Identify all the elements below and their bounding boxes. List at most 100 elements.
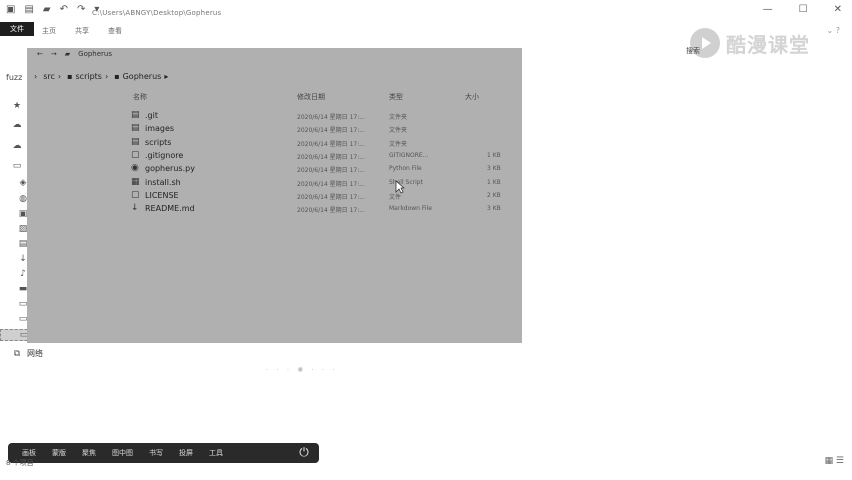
search-label[interactable]: 搜索: [686, 46, 700, 56]
file-date: 2020/6/14 星期日 17:...: [297, 140, 365, 148]
file-row[interactable]: ◉ gopherus.py 2020/6/14 星期日 17:... Python F…: [131, 163, 511, 176]
folder-icon: ▤: [131, 110, 140, 120]
toolbar-button[interactable]: 蒙版: [52, 448, 66, 458]
toolbar-button[interactable]: 工具: [209, 448, 223, 458]
file-name: .gitignore: [145, 150, 184, 160]
file-name: scripts: [145, 137, 172, 147]
sidebar-item-label: 网络: [27, 349, 43, 358]
properties-icon[interactable]: ▤: [24, 4, 33, 15]
nav-back-icon[interactable]: ←: [37, 50, 43, 58]
column-header-date[interactable]: 修改日期: [297, 92, 325, 102]
folder-icon: ▤: [131, 136, 140, 147]
tab-share[interactable]: 共享: [75, 26, 89, 36]
overlay-titlebar: ← → ▰ Gopherus: [37, 50, 112, 58]
cloud-icon: ☁: [12, 140, 22, 151]
file-date: 2020/6/14 星期日 17:...: [297, 167, 365, 175]
file-name: .git: [145, 111, 158, 120]
file-size: 1 KB: [487, 178, 501, 186]
file-type: 文件夹: [389, 140, 408, 148]
toolbar-button[interactable]: 图中图: [112, 448, 133, 458]
file-date: 2020/6/14 星期日 17:...: [297, 114, 365, 121]
folder-icon: ▰: [64, 50, 71, 58]
maximize-button[interactable]: ☐: [799, 4, 808, 15]
quick-access-toolbar: ▣ ▤ ▰ ↶ ↷ ▾: [6, 4, 99, 15]
redo-icon[interactable]: ↷: [77, 4, 85, 15]
folder-icon[interactable]: ▰: [43, 4, 51, 15]
file-icon: ▢: [131, 149, 140, 160]
file-name: install.sh: [145, 177, 181, 187]
markdown-file-icon: ↓: [131, 203, 139, 214]
mouse-cursor-icon: [395, 180, 405, 194]
file-size: 3 KB: [487, 165, 501, 173]
minimize-button[interactable]: —: [763, 4, 773, 15]
breadcrumb[interactable]: › src › ▪ scripts › ▪ Gopherus ▸: [34, 72, 168, 81]
folder-icon: ▤: [131, 123, 140, 134]
file-name: gopherus.py: [145, 164, 195, 174]
watermark-text: 酷漫课堂: [726, 32, 810, 57]
file-size: 1 KB: [487, 151, 501, 159]
column-header-size[interactable]: 大小: [465, 92, 479, 102]
computer-icon: ▭: [12, 160, 22, 171]
file-type: Python File: [389, 165, 422, 173]
address-bar[interactable]: fuzz: [6, 73, 22, 82]
file-row[interactable]: ↓ README.md 2020/6/14 星期日 17:... Markdown F…: [131, 203, 511, 216]
toolbar-button[interactable]: 投屏: [179, 448, 193, 458]
tab-view[interactable]: 查看: [108, 26, 122, 36]
overlay-title: Gopherus: [78, 50, 112, 58]
undo-icon[interactable]: ↶: [60, 4, 68, 15]
file-date: 2020/6/14 星期日 17:...: [297, 127, 365, 135]
file-row[interactable]: ▦ install.sh 2020/6/14 星期日 17:... Shell Scr…: [131, 177, 511, 190]
nav-forward-icon[interactable]: →: [51, 50, 57, 58]
file-type: 文件夹: [389, 127, 408, 135]
chevron-right-icon: ›: [34, 72, 38, 81]
file-name: README.md: [145, 204, 195, 214]
status-bar-text: 8 个项目: [6, 459, 34, 467]
window-controls: — ☐ ✕: [763, 4, 842, 15]
crumb-scripts[interactable]: ▪ scripts ›: [67, 72, 108, 81]
file-type: GITIGNORE...: [389, 151, 429, 159]
power-icon[interactable]: ⏻: [297, 445, 311, 459]
toolbar-button[interactable]: 书写: [149, 448, 163, 458]
python-file-icon: ◉: [131, 163, 139, 174]
crumb-gopherus[interactable]: ▪ Gopherus ▸: [114, 72, 168, 81]
file-date: 2020/6/14 星期日 17:...: [297, 207, 365, 215]
tab-file[interactable]: 文件: [0, 22, 34, 36]
column-header-name[interactable]: 名称: [133, 92, 147, 102]
address-prefix: fuzz: [6, 73, 23, 82]
toolbar-button[interactable]: 聚焦: [82, 448, 96, 458]
watermark: 酷漫课堂: [690, 28, 810, 58]
window-title: C:\Users\ABNGY\Desktop\Gopherus: [92, 9, 222, 17]
recording-toolbar: 画板 蒙版 聚焦 图中图 书写 投屏 工具 ⏻: [8, 443, 319, 463]
file-row[interactable]: ▢ LICENSE 2020/6/14 星期日 17:... 文件 2 KB: [131, 190, 511, 203]
shell-file-icon: ▦: [131, 176, 140, 187]
folder-icon: ▪: [67, 72, 73, 81]
crumb-src[interactable]: src ›: [43, 72, 61, 81]
file-type: Markdown File: [389, 205, 432, 213]
file-name: images: [145, 124, 175, 134]
loading-spinner-icon: · · · ✺ · · ·: [266, 366, 338, 374]
close-button[interactable]: ✕: [834, 4, 842, 15]
file-name: LICENSE: [145, 190, 179, 200]
sidebar-item[interactable]: ⧉ 网络: [12, 348, 43, 359]
file-row[interactable]: ▤ images 2020/6/14 星期日 17:... 文件夹: [131, 123, 511, 136]
file-row[interactable]: ▢ .gitignore 2020/6/14 星期日 17:... GITIGNORE…: [131, 150, 511, 163]
tab-home[interactable]: 主页: [42, 26, 56, 36]
file-date: 2020/6/14 星期日 17:...: [297, 153, 365, 161]
toolbar-button[interactable]: 画板: [22, 448, 36, 458]
ribbon-expand-icon[interactable]: ⌄ ?: [827, 26, 841, 35]
file-row[interactable]: ▤ .git 2020/6/14 星期日 17:... 文件夹: [131, 110, 511, 123]
file-size: 3 KB: [487, 205, 501, 213]
column-header-type[interactable]: 类型: [389, 92, 403, 102]
save-icon[interactable]: ▣: [6, 4, 15, 15]
view-toggle-icon[interactable]: ▦ ☰: [825, 456, 844, 466]
folder-icon: ▪: [114, 72, 120, 81]
file-row[interactable]: ▤ scripts 2020/6/14 星期日 17:... 文件夹: [131, 137, 511, 150]
file-date: 2020/6/14 星期日 17:...: [297, 193, 365, 201]
onedrive-icon: ☁: [12, 120, 22, 130]
network-icon: ⧉: [13, 348, 21, 359]
file-type: 文件夹: [389, 114, 408, 121]
file-size: 2 KB: [487, 191, 501, 199]
star-icon: ★: [12, 100, 22, 111]
file-icon: ▢: [131, 189, 140, 200]
file-date: 2020/6/14 星期日 17:...: [297, 180, 365, 188]
